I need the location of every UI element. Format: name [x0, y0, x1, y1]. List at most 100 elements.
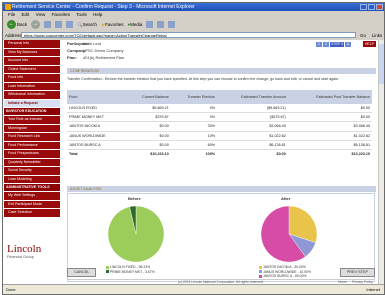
- nav-item[interactable]: Loan Modeling: [4, 175, 60, 184]
- legend-swatch: [259, 265, 262, 269]
- table-cell: ($379.87): [217, 112, 288, 123]
- menu-help[interactable]: Help: [93, 12, 102, 17]
- table-cell: $0.00: [126, 140, 171, 150]
- address-bar: Address https://www.corpcenter.com/TCE/d…: [3, 31, 384, 39]
- participant-line: Participant:Katie Lind: [67, 41, 101, 46]
- left-navigation: Personal Info View My Balances Account Inf…: [3, 40, 61, 285]
- table-cell: $10,223.10: [150, 152, 169, 157]
- column-header: Current Balance: [126, 90, 171, 104]
- back-button[interactable]: ← Back: [7, 20, 27, 29]
- nav-item[interactable]: Fund Prospectuses: [4, 150, 60, 159]
- legend-label: PRIME MONEY MKT - 3.67%: [110, 269, 155, 274]
- stop-icon[interactable]: [44, 21, 52, 28]
- nav-item[interactable]: Withdrawal Information: [4, 91, 60, 100]
- before-legend: LINCOLN FIXED - 96.23% PRIME MONEY MKT - …: [106, 265, 155, 274]
- table-row: JANTOS INCOM A $0.00 30% $3,066.45 $3,066.45: [67, 121, 372, 132]
- table-cell: $6,136.81: [287, 140, 372, 150]
- menu-tools[interactable]: Tools: [76, 12, 87, 17]
- vertical-scrollbar[interactable]: [378, 40, 384, 285]
- table-cell: $0.00: [126, 121, 171, 132]
- legend-label: LINCOLN FIXED - 96.23%: [110, 265, 151, 269]
- table-cell: JANTOS BURSC A: [67, 140, 127, 150]
- table-cell: 10%: [170, 131, 218, 141]
- nav-item[interactable]: Online Statement: [4, 65, 60, 74]
- main-panel: Participant:Katie Lind Company:LPSC Demo…: [63, 40, 379, 285]
- column-header: Fund: [67, 90, 127, 104]
- page-content: Personal Info View My Balances Account Inf…: [3, 40, 379, 285]
- history-icon[interactable]: [146, 21, 154, 28]
- forward-button[interactable]: →: [31, 20, 41, 29]
- nav-item[interactable]: Personal Info: [4, 40, 60, 49]
- search-button[interactable]: 🔍 Search: [77, 22, 97, 28]
- menu-edit[interactable]: Edit: [22, 12, 30, 17]
- nav-item[interactable]: Your Role as Investor: [4, 116, 60, 125]
- table-cell: 100%: [205, 152, 216, 157]
- prev-step-button[interactable]: PREV STEP: [339, 268, 375, 277]
- table-cell: $0.00: [276, 152, 286, 157]
- nav-item[interactable]: Social Security: [4, 167, 60, 176]
- table-cell: $3,066.45: [287, 121, 372, 132]
- print-icon[interactable]: [168, 21, 176, 28]
- nav-item[interactable]: Quarterly Newsletter: [4, 158, 60, 167]
- table-cell: $10,223.10: [351, 152, 370, 157]
- table-cell: $1,022.82: [287, 131, 372, 141]
- legend-label: JANTOS INCOM A - 30.00%: [263, 265, 306, 269]
- table-row: LINCOLN FIXED $9,669.21 0% ($9,669.21) $0.00: [67, 104, 372, 114]
- nav-item[interactable]: Morningstar: [4, 124, 60, 133]
- nav-item[interactable]: Fund Info: [4, 74, 60, 83]
- nav-item[interactable]: Account Info: [4, 57, 60, 66]
- after-pie-chart: [260, 205, 318, 263]
- before-pie-chart: [107, 205, 165, 263]
- company-line: Company:LPSC Demo Company: [67, 48, 124, 53]
- step-4: 4: [345, 42, 351, 47]
- mail-icon[interactable]: [157, 21, 165, 28]
- before-chart-title: Before: [128, 196, 141, 201]
- transfer-table: Fund Current Balance Transfer Election Esti…: [67, 90, 372, 158]
- close-button[interactable]: [376, 4, 383, 10]
- nav-item[interactable]: Loan Information: [4, 82, 60, 91]
- favorites-button[interactable]: ★ Favorites: [101, 22, 124, 28]
- home-icon[interactable]: [66, 21, 74, 28]
- nav-item[interactable]: Initiate a Request: [4, 99, 60, 108]
- address-label: Address: [5, 32, 22, 38]
- plan-line: Plan: 401(k) Retirement Plan: [67, 55, 125, 60]
- cancel-button[interactable]: CANCEL: [67, 268, 97, 277]
- nav-item[interactable]: View My Balances: [4, 48, 60, 57]
- nav-item[interactable]: Fund Performance: [4, 141, 60, 150]
- table-cell: 0%: [170, 112, 218, 123]
- legend-swatch: [259, 274, 262, 278]
- table-cell: $6,136.81: [217, 140, 288, 150]
- minimize-button[interactable]: [360, 4, 367, 10]
- step-2: 2: [323, 42, 329, 47]
- legend-entry: JANTOS BURSC A - 60.00%: [259, 274, 311, 279]
- table-row: JANUS WORLDWIDE $0.00 10% $1,022.82 $1,022.8…: [67, 131, 372, 141]
- nav-item[interactable]: Case Selection: [4, 209, 60, 218]
- nav-section-header: ADMINISTRATIVE TOOLS: [4, 184, 60, 192]
- legend-entry: PRIME MONEY MKT - 3.67%: [106, 270, 155, 275]
- table-cell: LINCOLN FIXED: [67, 104, 127, 114]
- nav-item[interactable]: Exit Participant Mode: [4, 200, 60, 209]
- nav-item[interactable]: Fund Research Link: [4, 133, 60, 142]
- media-button[interactable]: ● Media: [127, 22, 142, 27]
- browser-window: Retirement Service Center - Confirm Requ…: [2, 2, 385, 295]
- total-row: Total $10,223.10 100% $0.00 $10,223.10: [67, 149, 372, 158]
- go-button[interactable]: Go: [356, 33, 370, 38]
- column-header: Estimated Transfer Amount: [217, 90, 288, 104]
- step-1: 1: [316, 42, 322, 47]
- menu-view[interactable]: View: [36, 12, 46, 17]
- refresh-icon[interactable]: [55, 21, 63, 28]
- nav-item[interactable]: My Web Settings: [4, 192, 60, 201]
- links-button[interactable]: Links: [370, 33, 384, 38]
- after-legend: JANTOS INCOM A - 30.00% JANUS WORLDWIDE -…: [259, 265, 311, 279]
- ie-icon: [5, 4, 11, 10]
- help-button[interactable]: HELP: [362, 41, 376, 47]
- maximize-button[interactable]: [368, 4, 375, 10]
- menu-favorites[interactable]: Favorites: [52, 12, 71, 17]
- menu-file[interactable]: File: [8, 12, 15, 17]
- status-bar: Done Internet: [3, 284, 384, 294]
- table-cell: $1,022.82: [217, 131, 288, 141]
- after-chart-title: After: [281, 196, 291, 201]
- table-cell: 0%: [170, 104, 218, 114]
- address-input[interactable]: https://www.corpcenter.com/TCE/default.a…: [21, 32, 356, 38]
- menu-bar: File Edit View Favorites Tools Help: [3, 11, 384, 18]
